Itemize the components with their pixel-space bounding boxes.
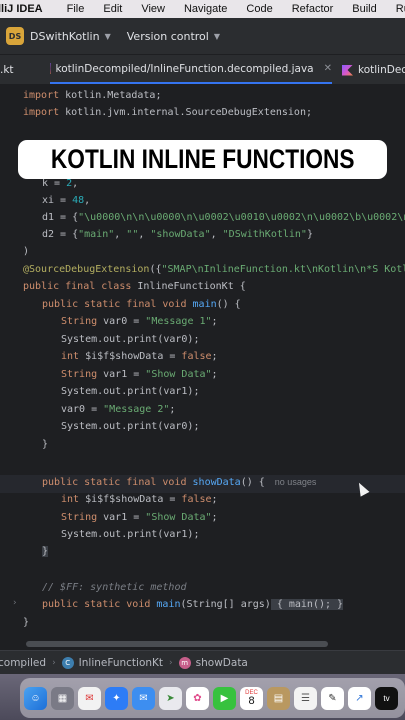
safari-icon[interactable]: ✦: [105, 686, 128, 710]
code-line: String var1 = "Show Data";: [61, 369, 218, 380]
code-line: String var0 = "Message 1";: [61, 316, 218, 327]
tab-label: kotlinDec: [358, 64, 405, 76]
breadcrumb-method[interactable]: showData: [196, 657, 248, 669]
code-line: var0 = "Message 2";: [61, 404, 176, 415]
tab-label: .kt: [0, 64, 14, 76]
facetime-icon[interactable]: ▶: [213, 686, 236, 710]
tab-previous[interactable]: .kt: [0, 55, 14, 84]
project-selector[interactable]: DSwithKotlin ▼: [30, 30, 111, 43]
photos-icon[interactable]: ✿: [186, 686, 209, 710]
code-line: }: [42, 546, 49, 557]
tab-next[interactable]: kotlinDec: [342, 55, 405, 84]
menu-code[interactable]: Code: [246, 3, 272, 15]
code-line: public static final void showData() {no …: [42, 477, 317, 488]
horizontal-scrollbar[interactable]: [26, 641, 328, 647]
breadcrumb-bar: compiled › C InlineFunctionKt › m showDa…: [0, 650, 405, 674]
chevron-right-icon: ›: [52, 657, 56, 668]
code-line: // $FF: synthetic method: [42, 582, 187, 593]
code-line: ): [23, 246, 30, 257]
finder-icon[interactable]: ☺: [24, 686, 47, 710]
app-menu[interactable]: lliJ IDEA: [0, 3, 43, 15]
code-line: d1 = {"\u0000\n\n\u0000\n\u0002\u0010\u0…: [42, 212, 405, 223]
menu-edit[interactable]: Edit: [103, 3, 122, 15]
tab-decompiled-java[interactable]: kotlinDecompiled/InlineFunction.decompil…: [50, 55, 332, 84]
stocks-icon[interactable]: ↗: [348, 686, 371, 710]
code-line: System.out.print(var1);: [61, 386, 200, 397]
calendar-day: 8: [248, 694, 255, 707]
calendar-icon[interactable]: DEC 8: [240, 686, 263, 710]
apple-tv-icon[interactable]: tv: [375, 686, 398, 710]
code-line: public static void main(String[] args) {…: [42, 599, 344, 610]
menu-view[interactable]: View: [141, 3, 165, 15]
code-line: import kotlin.jvm.internal.SourceDebugEx…: [23, 107, 312, 118]
menu-bar: lliJ IDEA File Edit View Navigate Code R…: [0, 0, 405, 18]
code-line: String var1 = "Show Data";: [61, 512, 218, 523]
menu-file[interactable]: File: [67, 3, 85, 15]
code-line: public static final void main() {: [42, 299, 241, 310]
code-line: @SourceDebugExtension({"SMAP\nInlineFunc…: [23, 264, 405, 275]
code-line: xi = 48,: [42, 195, 91, 206]
dock: ☺ ▦ ✉ ✦ ✉ ➤ ✿ ▶ DEC 8 ▤ ☰ ✎ ↗ tv: [20, 678, 405, 718]
close-icon[interactable]: ✕: [324, 63, 332, 74]
contacts-icon[interactable]: ▤: [267, 686, 290, 710]
chevron-down-icon: ▼: [104, 31, 111, 41]
launchpad-icon[interactable]: ▦: [51, 686, 74, 710]
code-line: public final class InlineFunctionKt {: [23, 281, 246, 292]
ide-toolbar: DS DSwithKotlin ▼ Version control ▼: [0, 18, 405, 54]
menu-refactor[interactable]: Refactor: [292, 3, 334, 15]
tv-label: tv: [383, 693, 390, 703]
reminders-icon[interactable]: ☰: [294, 686, 317, 710]
fold-arrow-icon[interactable]: ›: [12, 598, 17, 608]
kotlin-file-icon: [342, 64, 353, 76]
messages-icon[interactable]: ✉: [132, 686, 155, 710]
usages-hint[interactable]: no usages: [275, 477, 317, 487]
menu-navigate[interactable]: Navigate: [184, 3, 227, 15]
chevron-down-icon: ▼: [213, 31, 220, 41]
mail-icon[interactable]: ✉: [78, 686, 101, 710]
editor-tabs: .kt kotlinDecompiled/InlineFunction.deco…: [0, 54, 405, 84]
breadcrumb-file[interactable]: compiled: [0, 657, 46, 669]
code-line: int $i$f$showData = false;: [61, 494, 218, 505]
class-icon: C: [61, 656, 74, 669]
tab-label: kotlinDecompiled/InlineFunction.decompil…: [55, 62, 314, 75]
title-banner: KOTLIN INLINE FUNCTIONS: [18, 140, 387, 179]
code-line: }: [42, 439, 49, 450]
banner-text: KOTLIN INLINE FUNCTIONS: [50, 144, 355, 174]
breadcrumb-class[interactable]: InlineFunctionKt: [79, 657, 163, 669]
project-name: DSwithKotlin: [30, 29, 100, 43]
code-line: int $i$f$showData = false;: [61, 351, 218, 362]
maps-icon[interactable]: ➤: [159, 686, 182, 710]
version-control-selector[interactable]: Version control ▼: [127, 30, 220, 43]
chevron-right-icon: ›: [169, 657, 173, 668]
method-icon: m: [178, 656, 191, 669]
freeform-icon[interactable]: ✎: [321, 686, 344, 710]
code-line: d2 = {"main", "", "showData", "DSwithKot…: [42, 229, 313, 240]
version-control-label: Version control: [126, 29, 209, 43]
menu-run[interactable]: Run: [396, 3, 405, 15]
code-line: import kotlin.Metadata;: [23, 90, 162, 101]
menu-build[interactable]: Build: [352, 3, 376, 15]
code-line: System.out.print(var0);: [61, 334, 200, 345]
code-line: System.out.print(var1);: [61, 529, 200, 540]
kotlin-file-icon: [50, 63, 51, 74]
project-badge: DS: [6, 27, 24, 45]
code-line: }: [23, 617, 30, 628]
code-line: System.out.print(var0);: [61, 421, 200, 432]
